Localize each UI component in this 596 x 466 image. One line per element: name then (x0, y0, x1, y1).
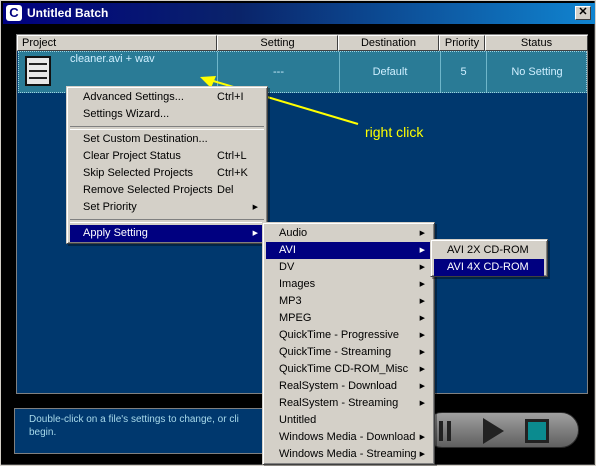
submenu-item-quicktime-cdrom-misc[interactable]: QuickTime CD-ROM_Misc ▶ (266, 361, 431, 378)
menu-item-label: Clear Project Status (83, 150, 181, 162)
priority-cell[interactable]: 5 (441, 52, 486, 92)
submenu-item-quicktime-progressive[interactable]: QuickTime - Progressive ▶ (266, 327, 431, 344)
transport-controls (424, 412, 579, 448)
submenu-item-untitled[interactable]: Untitled (266, 412, 431, 429)
submenu-arrow-icon: ▶ (419, 400, 425, 407)
menu-separator (70, 126, 264, 130)
menu-item-label: Apply Setting (83, 227, 148, 239)
menu-item-label: Set Custom Destination... (83, 133, 208, 145)
menu-item-label: Images (279, 278, 316, 290)
submenu-arrow-icon: ▶ (419, 247, 425, 254)
column-header-status[interactable]: Status (485, 35, 588, 51)
column-header-destination[interactable]: Destination (338, 35, 439, 51)
menu-item-set-custom-destination[interactable]: Set Custom Destination... (70, 131, 264, 148)
menu-item-label: QuickTime - Progressive (279, 329, 400, 341)
menu-item-label: Advanced Settings... (83, 91, 184, 103)
menu-item-label: Settings Wizard... (83, 108, 170, 120)
menu-item-label: AVI 2X CD-ROM (447, 244, 529, 256)
submenu-item-mpeg[interactable]: MPEG ▶ (266, 310, 431, 327)
film-file-icon (25, 56, 51, 86)
menu-item-label: Remove Selected Projects (83, 184, 213, 196)
menu-item-label: Untitled (279, 414, 317, 426)
menu-item-shortcut: Ctrl+I (217, 91, 244, 103)
annotation-label: right click (365, 124, 424, 140)
menu-item-apply-setting[interactable]: Apply Setting ▶ (70, 225, 264, 242)
submenu-arrow-icon: ▶ (419, 315, 425, 322)
project-name-cell[interactable]: cleaner.avi + wav (70, 52, 155, 66)
avi-submenu: AVI 2X CD-ROM AVI 4X CD-ROM (430, 239, 548, 277)
submenu-arrow-icon: ▶ (419, 366, 425, 373)
submenu-arrow-icon: ▶ (419, 332, 425, 339)
pause-icon[interactable] (439, 421, 453, 441)
menu-item-label: Set Priority (83, 201, 137, 213)
menu-item-label: Skip Selected Projects (83, 167, 194, 179)
status-message: Double-click on a file's settings to cha… (29, 414, 239, 438)
submenu-arrow-icon: ▶ (419, 434, 425, 441)
menu-item-set-priority[interactable]: Set Priority ▶ (70, 199, 264, 216)
menu-item-label: AVI 4X CD-ROM (447, 261, 529, 273)
submenu-item-realsystem-download[interactable]: RealSystem - Download ▶ (266, 378, 431, 395)
submenu-item-avi-4x-cdrom[interactable]: AVI 4X CD-ROM (434, 259, 544, 276)
submenu-item-images[interactable]: Images ▶ (266, 276, 431, 293)
column-header-priority[interactable]: Priority (439, 35, 485, 51)
submenu-arrow-icon: ▶ (419, 349, 425, 356)
submenu-item-dv[interactable]: DV ▶ (266, 259, 431, 276)
menu-item-label: MPEG (279, 312, 312, 324)
submenu-arrow-icon: ▶ (252, 204, 258, 211)
submenu-item-mp3[interactable]: MP3 ▶ (266, 293, 431, 310)
column-header-project[interactable]: Project (17, 35, 217, 51)
menu-item-label: RealSystem - Download (279, 380, 397, 392)
close-button[interactable]: ✕ (575, 6, 591, 20)
stop-icon[interactable] (525, 419, 549, 443)
menu-item-shortcut: Ctrl+L (217, 150, 247, 162)
submenu-item-windows-media-streaming[interactable]: Windows Media - Streaming ▶ (266, 446, 431, 463)
submenu-arrow-icon: ▶ (419, 298, 425, 305)
column-header-setting[interactable]: Setting (217, 35, 338, 51)
menu-item-remove-selected-projects[interactable]: Remove Selected Projects Del (70, 182, 264, 199)
play-icon[interactable] (483, 418, 504, 444)
submenu-item-quicktime-streaming[interactable]: QuickTime - Streaming ▶ (266, 344, 431, 361)
context-menu: Advanced Settings... Ctrl+I Settings Wiz… (66, 86, 268, 244)
title-bar[interactable]: C Untitled Batch ✕ (3, 3, 595, 24)
submenu-arrow-icon: ▶ (419, 451, 425, 458)
menu-item-label: MP3 (279, 295, 302, 307)
menu-item-advanced-settings[interactable]: Advanced Settings... Ctrl+I (70, 89, 264, 106)
menu-item-label: QuickTime - Streaming (279, 346, 392, 358)
menu-item-shortcut: Ctrl+K (217, 167, 248, 179)
window-title: Untitled Batch (27, 6, 109, 20)
status-cell[interactable]: No Setting (487, 52, 587, 92)
menu-item-label: RealSystem - Streaming (279, 397, 399, 409)
menu-item-label: Windows Media - Streaming (279, 448, 417, 460)
submenu-arrow-icon: ▶ (419, 230, 425, 237)
menu-item-label: QuickTime CD-ROM_Misc (279, 363, 409, 375)
menu-separator (70, 219, 264, 223)
submenu-arrow-icon: ▶ (419, 281, 425, 288)
menu-item-label: Windows Media - Download (279, 431, 416, 443)
menu-item-label: DV (279, 261, 295, 273)
submenu-arrow-icon: ▶ (252, 230, 258, 237)
submenu-item-avi[interactable]: AVI ▶ (266, 242, 431, 259)
destination-cell[interactable]: Default (340, 52, 440, 92)
menu-item-label: Audio (279, 227, 308, 239)
submenu-arrow-icon: ▶ (419, 264, 425, 271)
submenu-arrow-icon: ▶ (419, 383, 425, 390)
menu-item-label: AVI (279, 244, 296, 256)
submenu-item-realsystem-streaming[interactable]: RealSystem - Streaming ▶ (266, 395, 431, 412)
menu-item-clear-project-status[interactable]: Clear Project Status Ctrl+L (70, 148, 264, 165)
cleaner-logo-icon: C (6, 5, 22, 21)
submenu-item-audio[interactable]: Audio ▶ (266, 225, 431, 242)
menu-item-shortcut: Del (217, 184, 234, 196)
submenu-item-windows-media-download[interactable]: Windows Media - Download ▶ (266, 429, 431, 446)
submenu-item-avi-2x-cdrom[interactable]: AVI 2X CD-ROM (434, 242, 544, 259)
apply-setting-submenu: Audio ▶ AVI ▶ DV ▶ Images ▶ MP3 ▶ MPEG ▶ Quick… (262, 222, 435, 465)
menu-item-settings-wizard[interactable]: Settings Wizard... (70, 106, 264, 123)
menu-item-skip-selected-projects[interactable]: Skip Selected Projects Ctrl+K (70, 165, 264, 182)
